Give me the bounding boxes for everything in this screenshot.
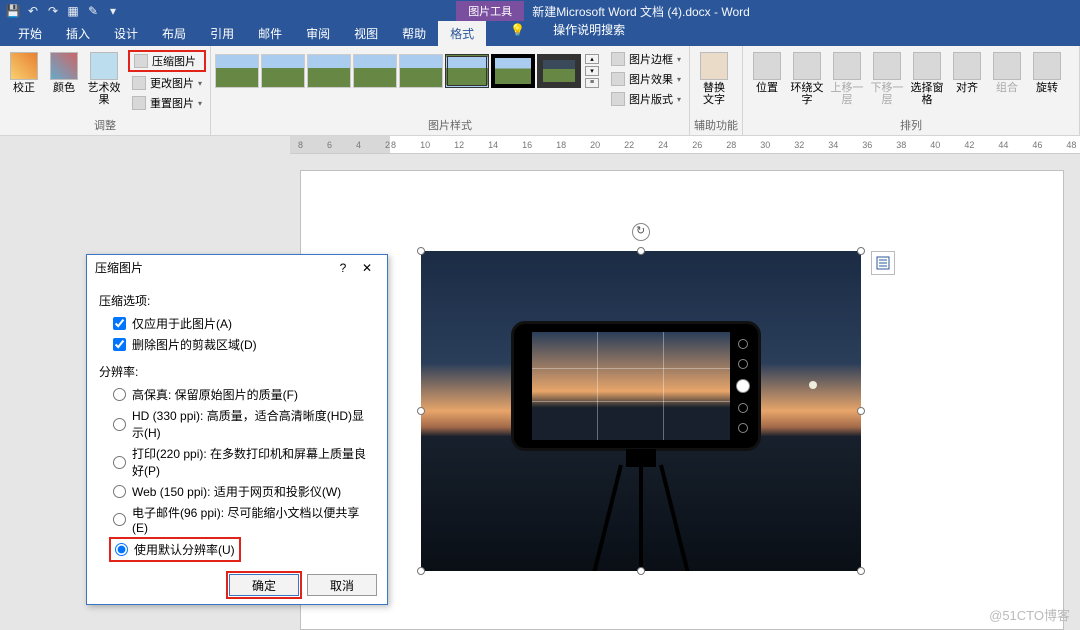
rotate-handle[interactable] bbox=[632, 223, 650, 241]
group-adjust: 校正 颜色 艺术效果 压缩图片 更改图片▾ 重置图片▾ 调整 bbox=[0, 46, 211, 135]
resize-handle[interactable] bbox=[417, 567, 425, 575]
dialog-title: 压缩图片 bbox=[95, 259, 331, 276]
position-button[interactable]: 位置 bbox=[747, 48, 787, 94]
resize-handle[interactable] bbox=[637, 567, 645, 575]
radio-print[interactable]: 打印(220 ppi): 在多数打印机和屏幕上质量良好(P) bbox=[99, 443, 375, 481]
checkbox-apply-only[interactable]: 仅应用于此图片(A) bbox=[99, 313, 375, 334]
styles-gallery[interactable]: ▴▾≡ bbox=[215, 48, 599, 88]
group-picture-styles: ▴▾≡ 图片边框▾ 图片效果▾ 图片版式▾ 图片样式 bbox=[211, 46, 690, 135]
artistic-effects-button[interactable]: 艺术效果 bbox=[84, 48, 124, 106]
picture-border-button[interactable]: 图片边框▾ bbox=[607, 50, 685, 68]
bring-forward-button[interactable]: 上移一层 bbox=[827, 48, 867, 106]
style-thumb[interactable] bbox=[261, 54, 305, 88]
radio-use-default[interactable] bbox=[115, 543, 128, 556]
style-thumb[interactable] bbox=[537, 54, 581, 88]
tab-home[interactable]: 开始 bbox=[6, 21, 54, 46]
picture-layout-button[interactable]: 图片版式▾ bbox=[607, 90, 685, 108]
group-button[interactable]: 组合 bbox=[987, 48, 1027, 94]
resize-handle[interactable] bbox=[417, 247, 425, 255]
qat-icon[interactable]: ▦ bbox=[64, 2, 82, 20]
qat-dropdown-icon[interactable]: ▾ bbox=[104, 2, 122, 20]
ok-button[interactable]: 确定 bbox=[229, 574, 299, 596]
radio-default-highlighted: 使用默认分辨率(U) bbox=[109, 537, 241, 562]
tab-design[interactable]: 设计 bbox=[102, 21, 150, 46]
ribbon-tabs: 开始 插入 设计 布局 引用 邮件 审阅 视图 帮助 格式 💡 操作说明搜索 bbox=[0, 22, 1080, 46]
color-button[interactable]: 颜色 bbox=[44, 48, 84, 94]
layout-options-icon[interactable] bbox=[871, 251, 895, 275]
redo-icon[interactable]: ↷ bbox=[44, 2, 62, 20]
wrap-text-button[interactable]: 环绕文字 bbox=[787, 48, 827, 106]
watermark: @51CTO博客 bbox=[989, 605, 1070, 624]
help-button[interactable]: ? bbox=[331, 261, 355, 275]
border-icon bbox=[611, 52, 625, 66]
radio-high-fidelity[interactable]: 高保真: 保留原始图片的质量(F) bbox=[99, 384, 375, 405]
compress-icon bbox=[134, 54, 148, 68]
section-compress-options: 压缩选项: bbox=[99, 292, 375, 309]
lightbulb-icon: 💡 bbox=[498, 19, 537, 41]
cancel-button[interactable]: 取消 bbox=[307, 574, 377, 596]
tab-references[interactable]: 引用 bbox=[198, 21, 246, 46]
alt-text-button[interactable]: 替换 文字 bbox=[694, 48, 734, 106]
style-thumb[interactable] bbox=[445, 54, 489, 88]
close-button[interactable]: ✕ bbox=[355, 261, 379, 275]
tab-insert[interactable]: 插入 bbox=[54, 21, 102, 46]
align-button[interactable]: 对齐 bbox=[947, 48, 987, 94]
selected-image[interactable] bbox=[421, 251, 861, 571]
section-resolution: 分辨率: bbox=[99, 363, 375, 380]
quick-access-toolbar: 💾 ↶ ↷ ▦ ✎ ▾ bbox=[0, 2, 126, 20]
style-thumb[interactable] bbox=[215, 54, 259, 88]
moon-icon bbox=[809, 381, 817, 389]
style-thumb[interactable] bbox=[399, 54, 443, 88]
tripod-shape bbox=[611, 449, 671, 571]
reset-picture-button[interactable]: 重置图片▾ bbox=[128, 94, 206, 112]
resize-handle[interactable] bbox=[637, 247, 645, 255]
change-picture-icon bbox=[132, 76, 146, 90]
ribbon: 校正 颜色 艺术效果 压缩图片 更改图片▾ 重置图片▾ 调整 ▴▾≡ bbox=[0, 46, 1080, 136]
selection-pane-button[interactable]: 选择窗格 bbox=[907, 48, 947, 106]
rotate-button[interactable]: 旋转 bbox=[1027, 48, 1067, 94]
compress-pictures-dialog: 压缩图片 ? ✕ 压缩选项: 仅应用于此图片(A) 删除图片的剪裁区域(D) 分… bbox=[86, 254, 388, 605]
tab-format[interactable]: 格式 bbox=[438, 21, 486, 46]
corrections-button[interactable]: 校正 bbox=[4, 48, 44, 94]
title-bar: 💾 ↶ ↷ ▦ ✎ ▾ 图片工具 新建Microsoft Word 文档 (4)… bbox=[0, 0, 1080, 22]
qat-icon[interactable]: ✎ bbox=[84, 2, 102, 20]
send-backward-button[interactable]: 下移一层 bbox=[867, 48, 907, 106]
radio-web[interactable]: Web (150 ppi): 适用于网页和投影仪(W) bbox=[99, 481, 375, 502]
phone-shape bbox=[511, 321, 761, 451]
compress-pictures-button[interactable]: 压缩图片 bbox=[128, 50, 206, 72]
tab-help[interactable]: 帮助 bbox=[390, 21, 438, 46]
resize-handle[interactable] bbox=[857, 567, 865, 575]
picture-effects-button[interactable]: 图片效果▾ bbox=[607, 70, 685, 88]
undo-icon[interactable]: ↶ bbox=[24, 2, 42, 20]
tab-layout[interactable]: 布局 bbox=[150, 21, 198, 46]
group-accessibility: 替换 文字 辅助功能 bbox=[690, 46, 743, 135]
document-title: 新建Microsoft Word 文档 (4).docx - Word bbox=[532, 3, 750, 20]
group-arrange: 位置 环绕文字 上移一层 下移一层 选择窗格 对齐 组合 旋转 排列 bbox=[743, 46, 1080, 135]
radio-email[interactable]: 电子邮件(96 ppi): 尽可能缩小文档以便共享(E) bbox=[99, 502, 375, 537]
style-thumb[interactable] bbox=[353, 54, 397, 88]
layout-icon bbox=[611, 92, 625, 106]
save-icon[interactable]: 💾 bbox=[4, 2, 22, 20]
checkbox-delete-cropped[interactable]: 删除图片的剪裁区域(D) bbox=[99, 334, 375, 355]
reset-icon bbox=[132, 96, 146, 110]
tab-mailings[interactable]: 邮件 bbox=[246, 21, 294, 46]
radio-hd[interactable]: HD (330 ppi): 高质量，适合高清晰度(HD)显示(H) bbox=[99, 405, 375, 443]
dialog-titlebar[interactable]: 压缩图片 ? ✕ bbox=[87, 255, 387, 280]
resize-handle[interactable] bbox=[417, 407, 425, 415]
gallery-more[interactable]: ▴▾≡ bbox=[585, 54, 599, 88]
resize-handle[interactable] bbox=[857, 407, 865, 415]
effects-icon bbox=[611, 72, 625, 86]
style-thumb[interactable] bbox=[491, 54, 535, 88]
resize-handle[interactable] bbox=[857, 247, 865, 255]
tab-review[interactable]: 审阅 bbox=[294, 21, 342, 46]
horizontal-ruler[interactable]: 8642 24681012141618202224262830323436384… bbox=[290, 136, 1080, 154]
document-page[interactable] bbox=[300, 170, 1064, 630]
change-picture-button[interactable]: 更改图片▾ bbox=[128, 74, 206, 92]
tab-view[interactable]: 视图 bbox=[342, 21, 390, 46]
photo-content bbox=[421, 251, 861, 571]
style-thumb[interactable] bbox=[307, 54, 351, 88]
